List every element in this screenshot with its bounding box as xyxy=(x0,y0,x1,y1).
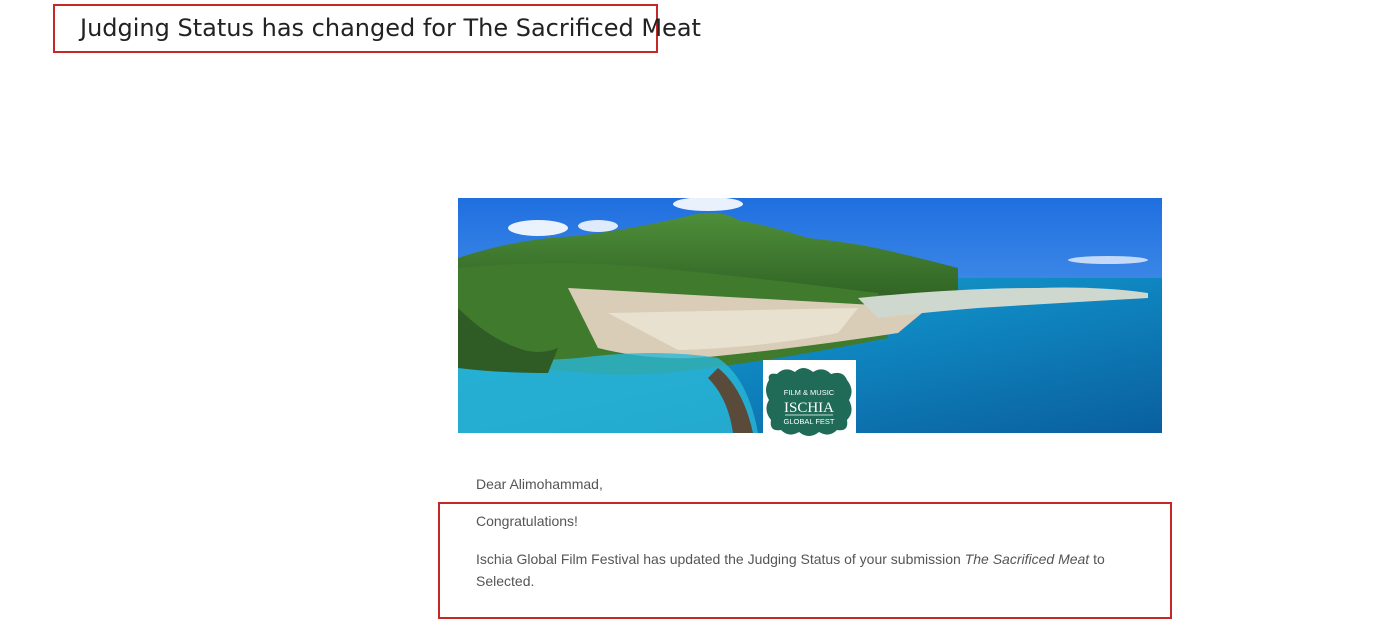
email-view: Judging Status has changed for The Sacri… xyxy=(0,0,1373,633)
logo-line3: GLOBAL FEST xyxy=(784,417,835,426)
festival-logo: FILM & MUSIC ISCHIA GLOBAL FEST xyxy=(763,360,856,438)
status-message: Ischia Global Film Festival has updated … xyxy=(476,548,1136,592)
status-message-prefix: Ischia Global Film Festival has updated … xyxy=(476,551,965,567)
email-subject: Judging Status has changed for The Sacri… xyxy=(80,14,701,42)
logo-line1: FILM & MUSIC xyxy=(784,388,835,397)
greeting-text: Dear Alimohammad, xyxy=(476,476,603,492)
congratulations-text: Congratulations! xyxy=(476,513,578,529)
film-title: The Sacrificed Meat xyxy=(964,551,1090,567)
logo-line2: ISCHIA xyxy=(784,400,834,416)
